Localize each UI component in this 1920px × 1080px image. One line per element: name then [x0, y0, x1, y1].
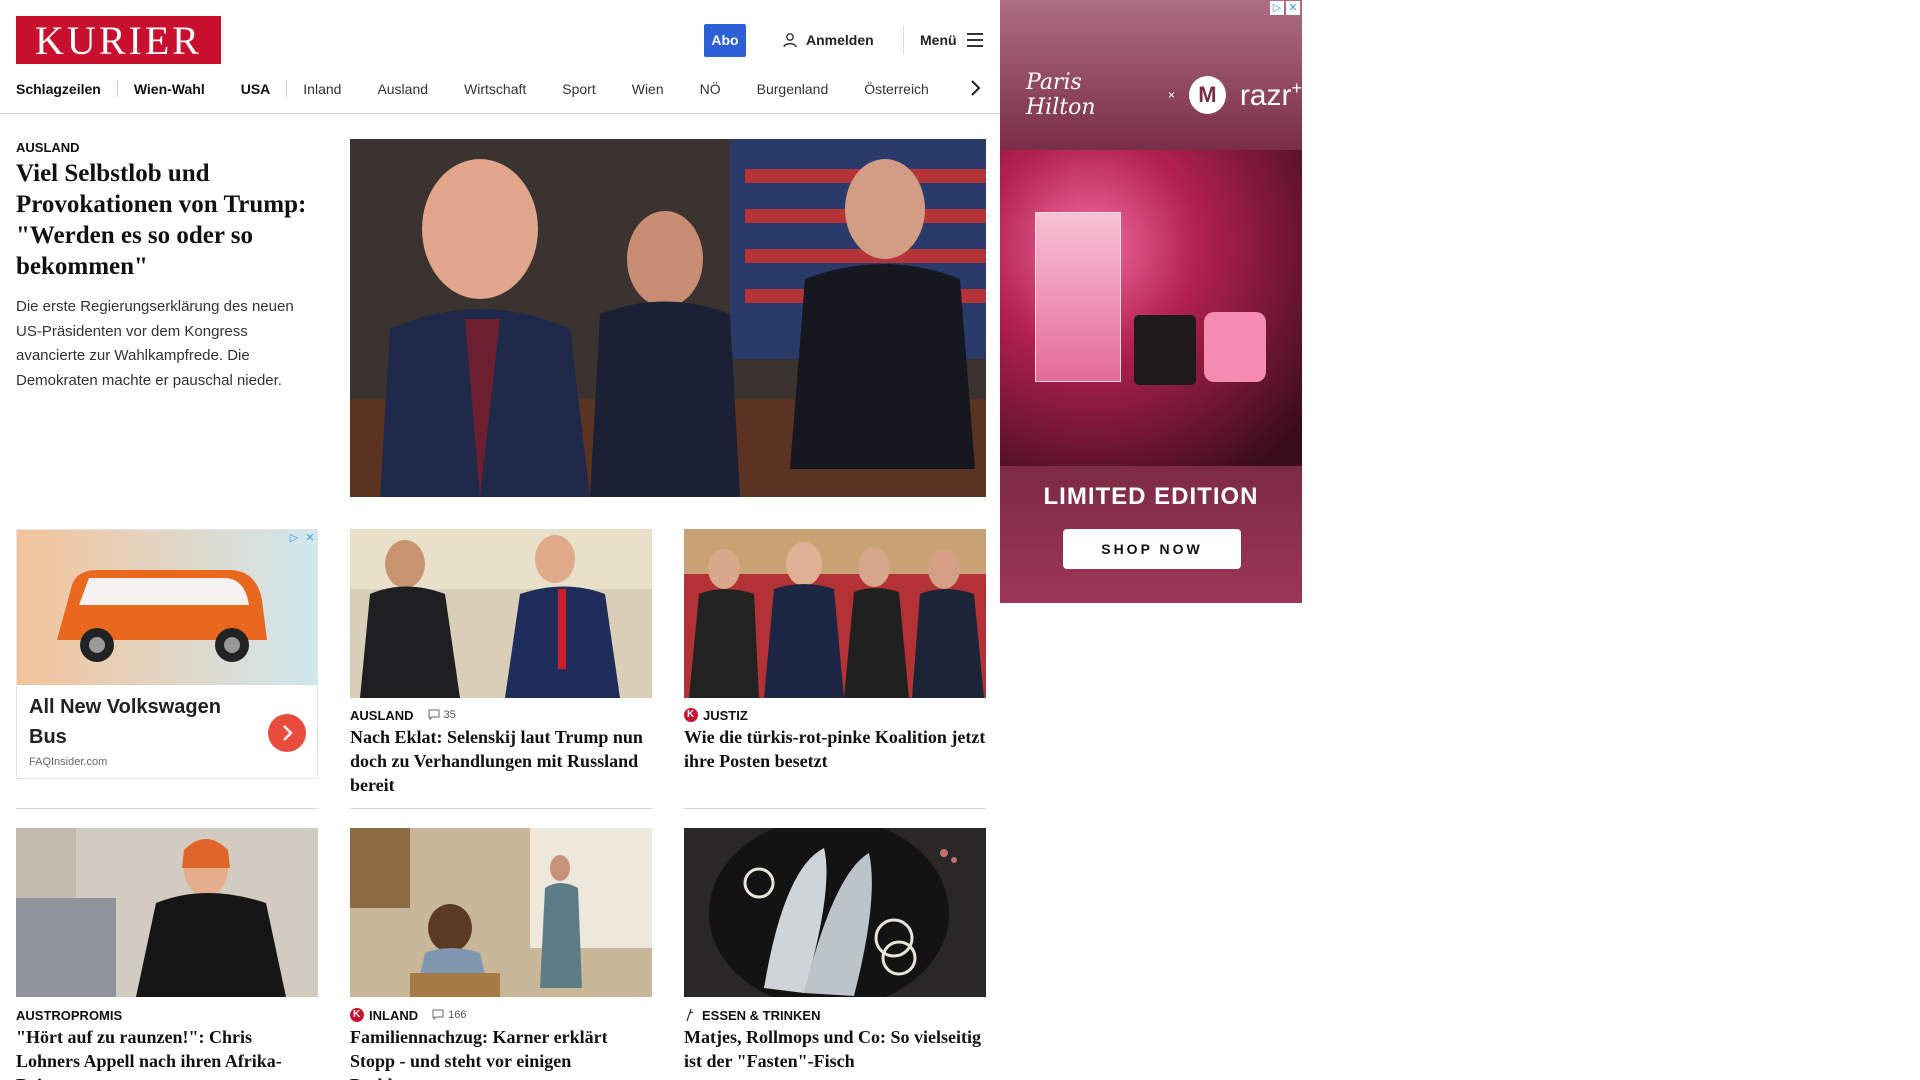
volkswagen-ad[interactable]: ▷ ✕ All New Volkswagen Bus FAQInsider.co…	[16, 529, 318, 779]
menu-button[interactable]: Menü	[920, 30, 983, 50]
chevron-right-icon	[283, 725, 293, 741]
hero-image[interactable]	[350, 139, 986, 497]
article-category[interactable]: INLAND	[369, 1008, 418, 1023]
nav-item-usa[interactable]: USA	[241, 81, 271, 97]
phone-case-image	[1204, 312, 1266, 382]
ad-title[interactable]: All New Volkswagen Bus	[29, 692, 229, 752]
ad-source: FAQInsider.com	[29, 756, 108, 768]
ad-headline: LIMITED EDITION	[1043, 483, 1259, 510]
login-button[interactable]: Anmelden	[782, 30, 874, 50]
nav-divider	[116, 81, 118, 97]
row-divider	[684, 808, 986, 809]
hero-category[interactable]: AUSLAND	[16, 140, 80, 155]
article-meta: INLAND 166	[350, 1007, 466, 1023]
article-image-matjes[interactable]	[684, 828, 986, 997]
product-box	[1035, 212, 1121, 382]
article-meta: ESSEN & TRINKEN	[684, 1007, 820, 1023]
comment-count-value: 166	[448, 1009, 467, 1021]
hamburger-icon	[966, 33, 983, 47]
comment-icon	[432, 1009, 444, 1021]
comment-icon	[428, 709, 440, 721]
ad-choices[interactable]: ▷ ✕	[1270, 1, 1300, 15]
ad-bottom: LIMITED EDITION SHOP NOW	[1000, 466, 1302, 603]
article-category[interactable]: JUSTIZ	[703, 708, 748, 723]
article-title[interactable]: Wie die türkis-rot-pinke Koalition jetzt…	[684, 725, 986, 773]
ad-product-image	[1000, 150, 1302, 466]
comment-count-value: 35	[443, 709, 456, 721]
comment-count[interactable]: 166	[432, 1009, 466, 1021]
article-image-familiennachzug[interactable]	[350, 828, 652, 997]
razr-label: razr	[1239, 78, 1292, 112]
article-category[interactable]: ESSEN & TRINKEN	[702, 1008, 820, 1023]
volkswagen-bus-image	[17, 530, 317, 685]
nav-item-inland[interactable]: Inland	[303, 81, 341, 97]
ad-choices[interactable]: ▷ ✕	[287, 531, 317, 545]
article-title[interactable]: Nach Eklat: Selenskij laut Trump nun doc…	[350, 725, 652, 797]
article-title[interactable]: "Hört auf zu raunzen!": Chris Lohners Ap…	[16, 1025, 318, 1080]
ad-arrow-button[interactable]	[268, 714, 306, 752]
nav-item-oesterreich[interactable]: Österreich	[864, 81, 929, 97]
row-divider	[16, 808, 318, 809]
kurier-plus-icon	[350, 1008, 364, 1022]
nav-item-burgenland[interactable]: Burgenland	[757, 81, 829, 97]
article-image-lohner[interactable]	[16, 828, 318, 997]
adchoices-icon[interactable]: ▷	[1270, 1, 1284, 15]
razr-plus: +	[1291, 77, 1302, 98]
nav-item-wien[interactable]: Wien	[632, 81, 664, 97]
article-meta: AUSLAND 35	[350, 707, 456, 723]
razr-logo: razr+	[1240, 78, 1302, 113]
nav-divider	[286, 81, 288, 97]
article-category[interactable]: AUSLAND	[350, 708, 414, 723]
chevron-right-icon[interactable]	[968, 78, 982, 98]
close-icon[interactable]: ✕	[1286, 1, 1300, 15]
kurier-logo[interactable]: KURIER	[16, 16, 221, 64]
adchoices-icon[interactable]: ▷	[287, 531, 301, 545]
motorola-logo: M	[1189, 76, 1226, 114]
razr-ad[interactable]: ▷ ✕ Paris Hilton × M razr+ LIMITED EDITI…	[1000, 0, 1302, 603]
kurier-plus-icon	[684, 708, 698, 722]
row-divider	[350, 808, 652, 809]
nav-item-wirtschaft[interactable]: Wirtschaft	[464, 81, 526, 97]
nav-item-wien-wahl[interactable]: Wien-Wahl	[134, 81, 205, 97]
brand-x: ×	[1168, 88, 1176, 102]
article-title[interactable]: Familiennachzug: Karner erklärt Stopp - …	[350, 1025, 652, 1080]
paris-hilton-logo: Paris Hilton	[1026, 70, 1096, 120]
article-image-koalition[interactable]	[684, 529, 986, 698]
article-title[interactable]: Matjes, Rollmops und Co: So vielseitig i…	[684, 1025, 986, 1073]
nav-item-schlagzeilen[interactable]: Schlagzeilen	[16, 81, 101, 97]
phone-image	[1134, 315, 1196, 385]
article-image-selenskij[interactable]	[350, 529, 652, 698]
fork-icon	[686, 1008, 694, 1022]
close-icon[interactable]: ✕	[303, 531, 317, 545]
article-category[interactable]: AUSTROPROMIS	[16, 1008, 122, 1023]
comment-count[interactable]: 35	[428, 709, 456, 721]
abo-button[interactable]: Abo	[704, 24, 746, 57]
menu-label: Menü	[920, 32, 957, 48]
nav-item-ausland[interactable]: Ausland	[377, 81, 428, 97]
hero-teaser: Die erste Regierungserklärung des neuen …	[16, 298, 294, 389]
user-icon	[783, 33, 797, 48]
shop-now-button[interactable]: SHOP NOW	[1063, 529, 1241, 569]
ad-brand: Paris Hilton × M razr+	[1026, 70, 1302, 120]
login-label: Anmelden	[806, 32, 874, 48]
article-meta: AUSTROPROMIS	[16, 1007, 122, 1023]
site-header: KURIER Abo Anmelden Menü Schlagzeilen Wi…	[0, 0, 1000, 114]
nav-item-sport[interactable]: Sport	[562, 81, 595, 97]
hero-headline[interactable]: Viel Selbstlob und Provokationen von Tru…	[16, 158, 316, 282]
article-meta: JUSTIZ	[684, 707, 748, 723]
nav-item-noe[interactable]: NÖ	[700, 81, 721, 97]
header-divider	[903, 26, 904, 54]
main-nav: Schlagzeilen Wien-Wahl USA Inland Auslan…	[16, 80, 929, 98]
